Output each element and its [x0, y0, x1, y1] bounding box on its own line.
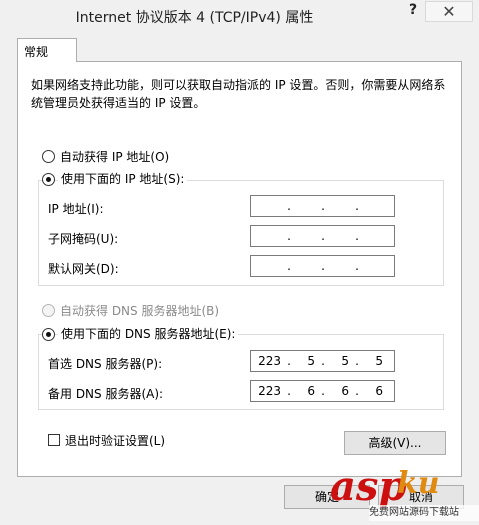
ip-manual-radio[interactable] — [42, 173, 55, 186]
advanced-button[interactable]: 高级(V)... — [344, 431, 446, 455]
window-title: Internet 协议版本 4 (TCP/IPv4) 属性 — [75, 10, 314, 26]
preferred-dns-label: 首选 DNS 服务器(P): — [48, 357, 163, 371]
close-button[interactable]: ✕ — [425, 1, 473, 22]
watermark-brand: asp — [330, 463, 407, 510]
description-text: 如果网络支持此功能，则可以获取自动指派的 IP 设置。否则，你需要从网络系统管理… — [31, 78, 446, 110]
dns-auto-label[interactable]: 自动获得 DNS 服务器地址(B) — [60, 302, 219, 319]
preferred-dns-input[interactable]: 223. 5. 5. 5 — [250, 350, 395, 372]
watermark-brand-suffix: ku — [397, 466, 440, 501]
alternate-dns-label: 备用 DNS 服务器(A): — [48, 387, 164, 401]
ip-address-input[interactable]: . . . — [250, 195, 395, 217]
default-gateway-input[interactable]: . . . — [250, 255, 395, 277]
validate-checkbox[interactable] — [48, 434, 60, 446]
dns-manual-radio[interactable] — [42, 328, 55, 341]
tab-panel-general: 如果网络支持此功能，则可以获取自动指派的 IP 设置。否则，你需要从网络系统管理… — [17, 61, 462, 477]
ip-address-label: IP 地址(I): — [48, 202, 104, 216]
help-button[interactable]: ? — [403, 2, 423, 24]
default-gateway-label: 默认网关(D): — [48, 262, 119, 276]
dns-manual-label[interactable]: 使用下面的 DNS 服务器地址(E): — [58, 325, 239, 342]
alternate-dns-input[interactable]: 223. 6. 6. 6 — [250, 380, 395, 402]
ip-auto-label[interactable]: 自动获得 IP 地址(O) — [60, 148, 169, 165]
validate-label[interactable]: 退出时验证设置(L) — [65, 432, 165, 449]
tab-general[interactable]: 常规 — [17, 38, 77, 62]
dns-auto-radio[interactable] — [42, 304, 55, 317]
subnet-mask-input[interactable]: . . . — [250, 225, 395, 247]
ip-manual-label[interactable]: 使用下面的 IP 地址(S): — [58, 170, 188, 187]
ip-auto-radio[interactable] — [42, 150, 55, 163]
watermark-tagline: 免费网站源码下载站 — [369, 505, 479, 521]
title-bar: Internet 协议版本 4 (TCP/IPv4) 属性 ? ✕ — [0, 0, 479, 32]
subnet-mask-label: 子网掩码(U): — [48, 232, 119, 246]
